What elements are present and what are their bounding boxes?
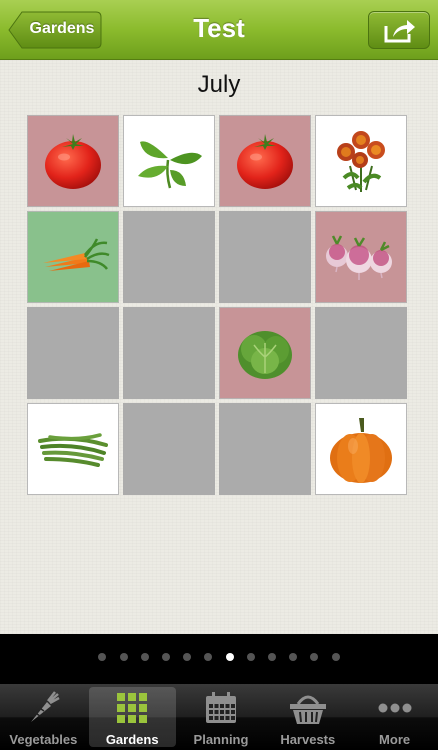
garden-cell-empty[interactable] [219, 211, 311, 303]
tab-label: More [379, 732, 411, 747]
tab-label: Planning [193, 732, 249, 747]
garden-grid [27, 115, 407, 495]
page-dot[interactable] [310, 653, 319, 661]
tab-gardens[interactable]: Gardens [88, 687, 176, 747]
garden-cell-carrot[interactable] [27, 211, 119, 303]
tab-bar: Vegetables Gardens Planning Harvests Mor… [0, 684, 438, 750]
page-dot[interactable] [204, 653, 213, 661]
garden-cell-marigold[interactable] [315, 115, 407, 207]
page-dot[interactable] [119, 653, 128, 661]
tomato-image [42, 130, 104, 192]
page-dot-active[interactable] [225, 653, 234, 661]
page-indicator-bar [0, 634, 438, 684]
lettuce-image [234, 323, 296, 383]
garden-cell-turnip[interactable] [315, 211, 407, 303]
more-icon [375, 690, 415, 731]
turnip-image [323, 232, 399, 282]
garden-cell-empty[interactable] [219, 403, 311, 495]
tomato-image [234, 130, 296, 192]
page-dot[interactable] [140, 653, 149, 661]
tab-planning[interactable]: Planning [178, 684, 265, 750]
tab-more[interactable]: More [351, 684, 438, 750]
page-dot[interactable] [289, 653, 298, 661]
garden-view: July [0, 60, 438, 634]
month-label: July [197, 71, 241, 98]
tab-vegetables[interactable]: Vegetables [0, 684, 87, 750]
marigold-image [330, 126, 392, 196]
tab-label: Vegetables [9, 732, 78, 747]
page-dot[interactable] [183, 653, 192, 661]
page-dot[interactable] [267, 653, 276, 661]
garden-cell-empty[interactable] [123, 403, 215, 495]
basil-image [130, 130, 208, 192]
share-button[interactable] [368, 11, 430, 49]
garden-cell-tomato[interactable] [27, 115, 119, 207]
page-dot[interactable] [246, 653, 255, 661]
garden-cell-tomato[interactable] [219, 115, 311, 207]
share-icon [384, 20, 415, 43]
garden-cell-pumpkin[interactable] [315, 403, 407, 495]
garden-cell-empty[interactable] [123, 211, 215, 303]
garden-cell-green-beans[interactable] [27, 403, 119, 495]
garden-cell-lettuce[interactable] [219, 307, 311, 399]
tab-harvests[interactable]: Harvests [264, 684, 351, 750]
navigation-bar: Gardens Test [0, 0, 438, 60]
page-control[interactable] [0, 653, 438, 661]
carrot-icon [25, 690, 61, 731]
page-dot[interactable] [331, 653, 340, 661]
green-beans-image [36, 429, 110, 469]
calendar-icon [203, 690, 239, 731]
garden-cell-empty[interactable] [123, 307, 215, 399]
garden-cell-empty[interactable] [27, 307, 119, 399]
basket-icon [288, 690, 328, 731]
garden-cell-basil[interactable] [123, 115, 215, 207]
carrot-image [35, 237, 111, 277]
garden-cell-empty[interactable] [315, 307, 407, 399]
pumpkin-image [328, 414, 394, 484]
page-dot[interactable] [162, 653, 171, 661]
grid-icon [114, 690, 150, 731]
page-dot[interactable] [98, 653, 107, 661]
tab-label: Harvests [280, 732, 336, 747]
tab-label: Gardens [105, 732, 159, 747]
